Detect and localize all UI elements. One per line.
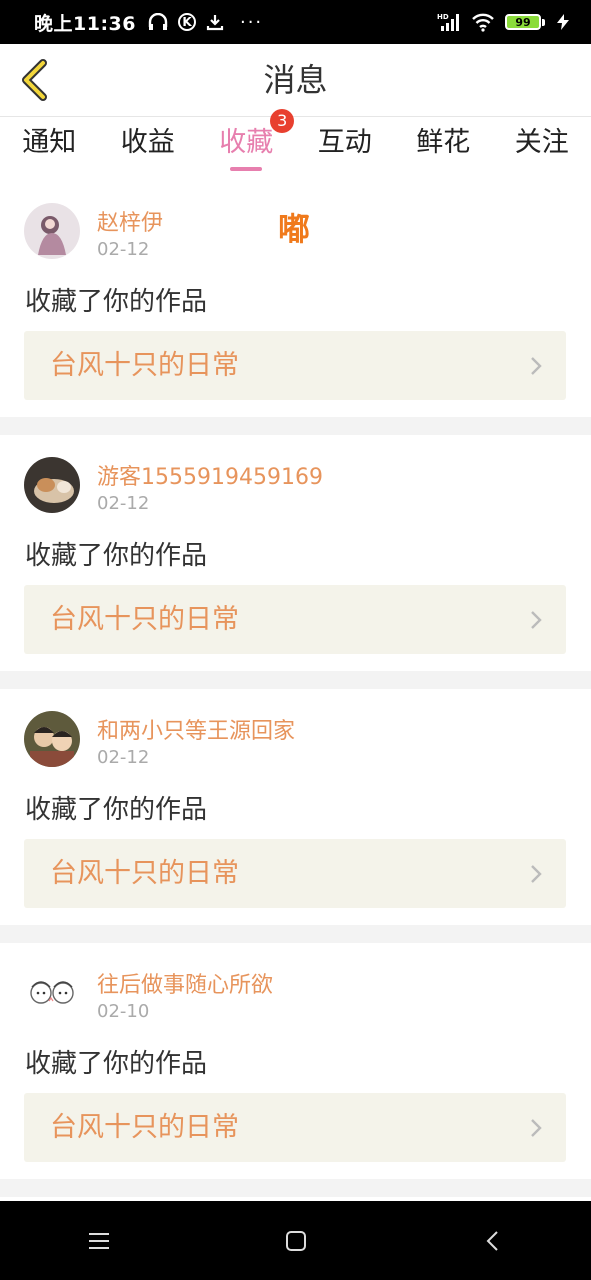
battery-level: 99 bbox=[505, 14, 541, 30]
work-link[interactable]: 台风十只的日常 bbox=[24, 331, 566, 400]
work-link[interactable]: 台风十只的日常 bbox=[24, 1093, 566, 1162]
divider bbox=[0, 671, 591, 689]
message-list: 赵梓伊 02-12 收藏了你的作品 台风十只的日常 游客155591945916… bbox=[0, 181, 591, 1197]
signal-icon: HD bbox=[437, 13, 459, 31]
hd-label: HD bbox=[437, 13, 449, 21]
tab-flowers[interactable]: 鲜花 bbox=[394, 117, 493, 181]
list-item: 和两小只等王源回家 02-12 收藏了你的作品 台风十只的日常 bbox=[0, 689, 591, 925]
timestamp: 02-10 bbox=[97, 1001, 150, 1022]
charging-icon bbox=[557, 14, 569, 30]
action-text: 收藏了你的作品 bbox=[25, 795, 208, 825]
timestamp: 02-12 bbox=[97, 239, 150, 260]
back-nav-button[interactable] bbox=[463, 1211, 523, 1271]
chevron-right-icon bbox=[531, 1119, 542, 1137]
list-item: 游客1555919459169 02-12 收藏了你的作品 台风十只的日常 bbox=[0, 435, 591, 671]
tab-label: 收藏 bbox=[219, 127, 274, 158]
tab-favorites[interactable]: 收藏 3 bbox=[197, 109, 296, 181]
work-link[interactable]: 台风十只的日常 bbox=[24, 839, 566, 908]
status-time: 晚上11:36 bbox=[34, 12, 136, 35]
divider bbox=[0, 417, 591, 435]
username[interactable]: 游客1555919459169 bbox=[97, 459, 323, 491]
back-arrow-icon bbox=[486, 1230, 498, 1251]
home-button[interactable] bbox=[266, 1211, 326, 1271]
avatar[interactable] bbox=[24, 711, 80, 767]
action-text: 收藏了你的作品 bbox=[25, 1049, 208, 1079]
chevron-right-icon bbox=[531, 357, 542, 375]
action-text: 收藏了你的作品 bbox=[25, 541, 208, 571]
tab-label: 互动 bbox=[317, 127, 372, 158]
system-nav-bar bbox=[0, 1201, 591, 1280]
action-text: 收藏了你的作品 bbox=[25, 287, 208, 317]
menu-button[interactable] bbox=[69, 1211, 129, 1271]
work-link[interactable]: 台风十只的日常 bbox=[24, 585, 566, 654]
unread-badge: 3 bbox=[270, 109, 295, 133]
headphones-icon bbox=[148, 13, 168, 30]
timestamp: 02-12 bbox=[97, 747, 150, 768]
divider bbox=[0, 1179, 591, 1197]
tab-bar: 通知 收益 收藏 3 互动 鲜花 关注 bbox=[0, 109, 591, 181]
work-title: 台风十只的日常 bbox=[50, 858, 239, 889]
work-title: 台风十只的日常 bbox=[50, 1112, 239, 1143]
page-title: 消息 bbox=[263, 61, 328, 99]
tab-interactions[interactable]: 互动 bbox=[296, 117, 395, 181]
work-title: 台风十只的日常 bbox=[50, 350, 239, 381]
tab-follows[interactable]: 关注 bbox=[493, 117, 591, 181]
username[interactable]: 赵梓伊 bbox=[97, 205, 163, 237]
tab-label: 关注 bbox=[514, 127, 569, 158]
k-app-icon: K bbox=[177, 13, 196, 31]
battery-icon: 99 bbox=[505, 14, 545, 30]
username[interactable]: 和两小只等王源回家 bbox=[97, 713, 295, 745]
tab-label: 鲜花 bbox=[416, 127, 471, 158]
more-dots-icon: ··· bbox=[239, 11, 264, 33]
chevron-right-icon bbox=[531, 611, 542, 629]
list-item: 往后做事随心所欲 02-10 收藏了你的作品 台风十只的日常 bbox=[0, 943, 591, 1179]
work-title: 台风十只的日常 bbox=[50, 604, 239, 635]
timestamp: 02-12 bbox=[97, 493, 150, 514]
home-square-icon bbox=[285, 1230, 306, 1251]
download-icon bbox=[206, 15, 224, 31]
divider bbox=[0, 925, 591, 943]
avatar[interactable] bbox=[24, 457, 80, 513]
overlay-text: 嘟 bbox=[278, 210, 311, 248]
header: 消息 bbox=[0, 44, 591, 117]
avatar[interactable] bbox=[24, 203, 80, 259]
status-bar: 晚上11:36 K ··· HD 99 bbox=[0, 0, 591, 44]
tab-earnings[interactable]: 收益 bbox=[99, 117, 198, 181]
menu-icon bbox=[88, 1232, 109, 1249]
wifi-icon bbox=[472, 13, 494, 32]
tab-notifications[interactable]: 通知 bbox=[0, 117, 99, 181]
tab-label: 收益 bbox=[120, 127, 175, 158]
chevron-right-icon bbox=[531, 865, 542, 883]
username[interactable]: 往后做事随心所欲 bbox=[97, 967, 273, 999]
avatar[interactable] bbox=[24, 965, 80, 1021]
tab-label: 通知 bbox=[22, 127, 77, 158]
active-tab-indicator bbox=[230, 167, 263, 171]
